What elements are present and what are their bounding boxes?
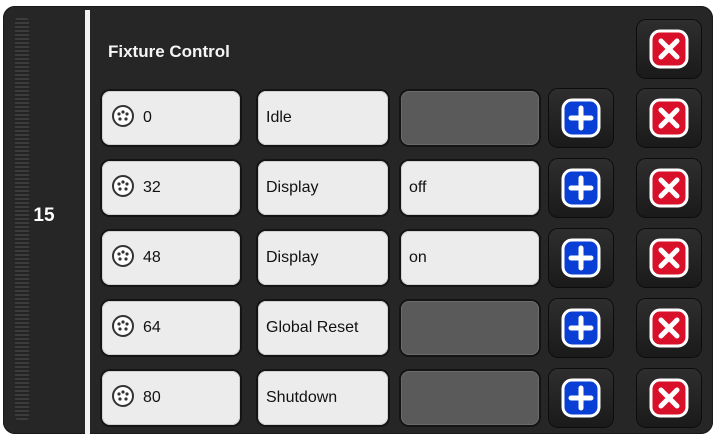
row-1-state-cell[interactable]: off (401, 161, 539, 215)
row-label: Global Reset (266, 319, 359, 336)
row-4-add-button[interactable] (549, 369, 613, 427)
row-4-remove-button[interactable] (637, 369, 701, 427)
row-3-label-cell[interactable]: Global Reset (258, 301, 388, 355)
row-label: Display (266, 179, 319, 196)
close-icon (649, 29, 689, 69)
plus-icon (561, 308, 601, 348)
row-0-label-cell[interactable]: Idle (258, 91, 388, 145)
close-icon (649, 168, 689, 208)
row-label: Shutdown (266, 389, 338, 406)
row-state: on (409, 249, 427, 266)
row-1-remove-button[interactable] (637, 159, 701, 217)
row-2-remove-button[interactable] (637, 229, 701, 287)
row-4-label-cell[interactable]: Shutdown (258, 371, 388, 425)
channel-value: 48 (143, 249, 161, 266)
row-0-remove-button[interactable] (637, 89, 701, 147)
row-4-state-cell[interactable] (401, 371, 539, 425)
channel-value: 32 (143, 179, 161, 196)
row-3-add-button[interactable] (549, 299, 613, 357)
row-1-add-button[interactable] (549, 159, 613, 217)
row-2-state-cell[interactable]: on (401, 231, 539, 285)
row-3-remove-button[interactable] (637, 299, 701, 357)
row-state: off (409, 179, 427, 196)
dmx-connector-icon (111, 174, 135, 203)
row-label: Idle (266, 109, 292, 126)
close-icon (649, 238, 689, 278)
row-2-channel-cell[interactable]: 48 (102, 231, 240, 285)
row-3-state-cell[interactable] (401, 301, 539, 355)
channel-value: 0 (143, 109, 152, 126)
plus-icon (561, 98, 601, 138)
row-0-add-button[interactable] (549, 89, 613, 147)
dmx-connector-icon (111, 244, 135, 273)
close-panel-button[interactable] (637, 20, 701, 78)
plus-icon (561, 168, 601, 208)
channel-value: 80 (143, 389, 161, 406)
row-2-add-button[interactable] (549, 229, 613, 287)
row-3-channel-cell[interactable]: 64 (102, 301, 240, 355)
dmx-connector-icon (111, 384, 135, 413)
close-icon (649, 308, 689, 348)
panel-index-label: 15 (33, 205, 55, 226)
row-1-label-cell[interactable]: Display (258, 161, 388, 215)
close-icon (649, 378, 689, 418)
row-0-channel-cell[interactable]: 0 (102, 91, 240, 145)
panel-divider (85, 10, 90, 434)
plus-icon (561, 238, 601, 278)
dmx-connector-icon (111, 314, 135, 343)
plus-icon (561, 378, 601, 418)
panel-title: Fixture Control (108, 42, 230, 61)
close-icon (649, 98, 689, 138)
row-label: Display (266, 249, 319, 266)
row-1-channel-cell[interactable]: 32 (102, 161, 240, 215)
row-4-channel-cell[interactable]: 80 (102, 371, 240, 425)
row-2-label-cell[interactable]: Display (258, 231, 388, 285)
channel-value: 64 (143, 319, 161, 336)
dmx-connector-icon (111, 104, 135, 133)
row-0-state-cell[interactable] (401, 91, 539, 145)
